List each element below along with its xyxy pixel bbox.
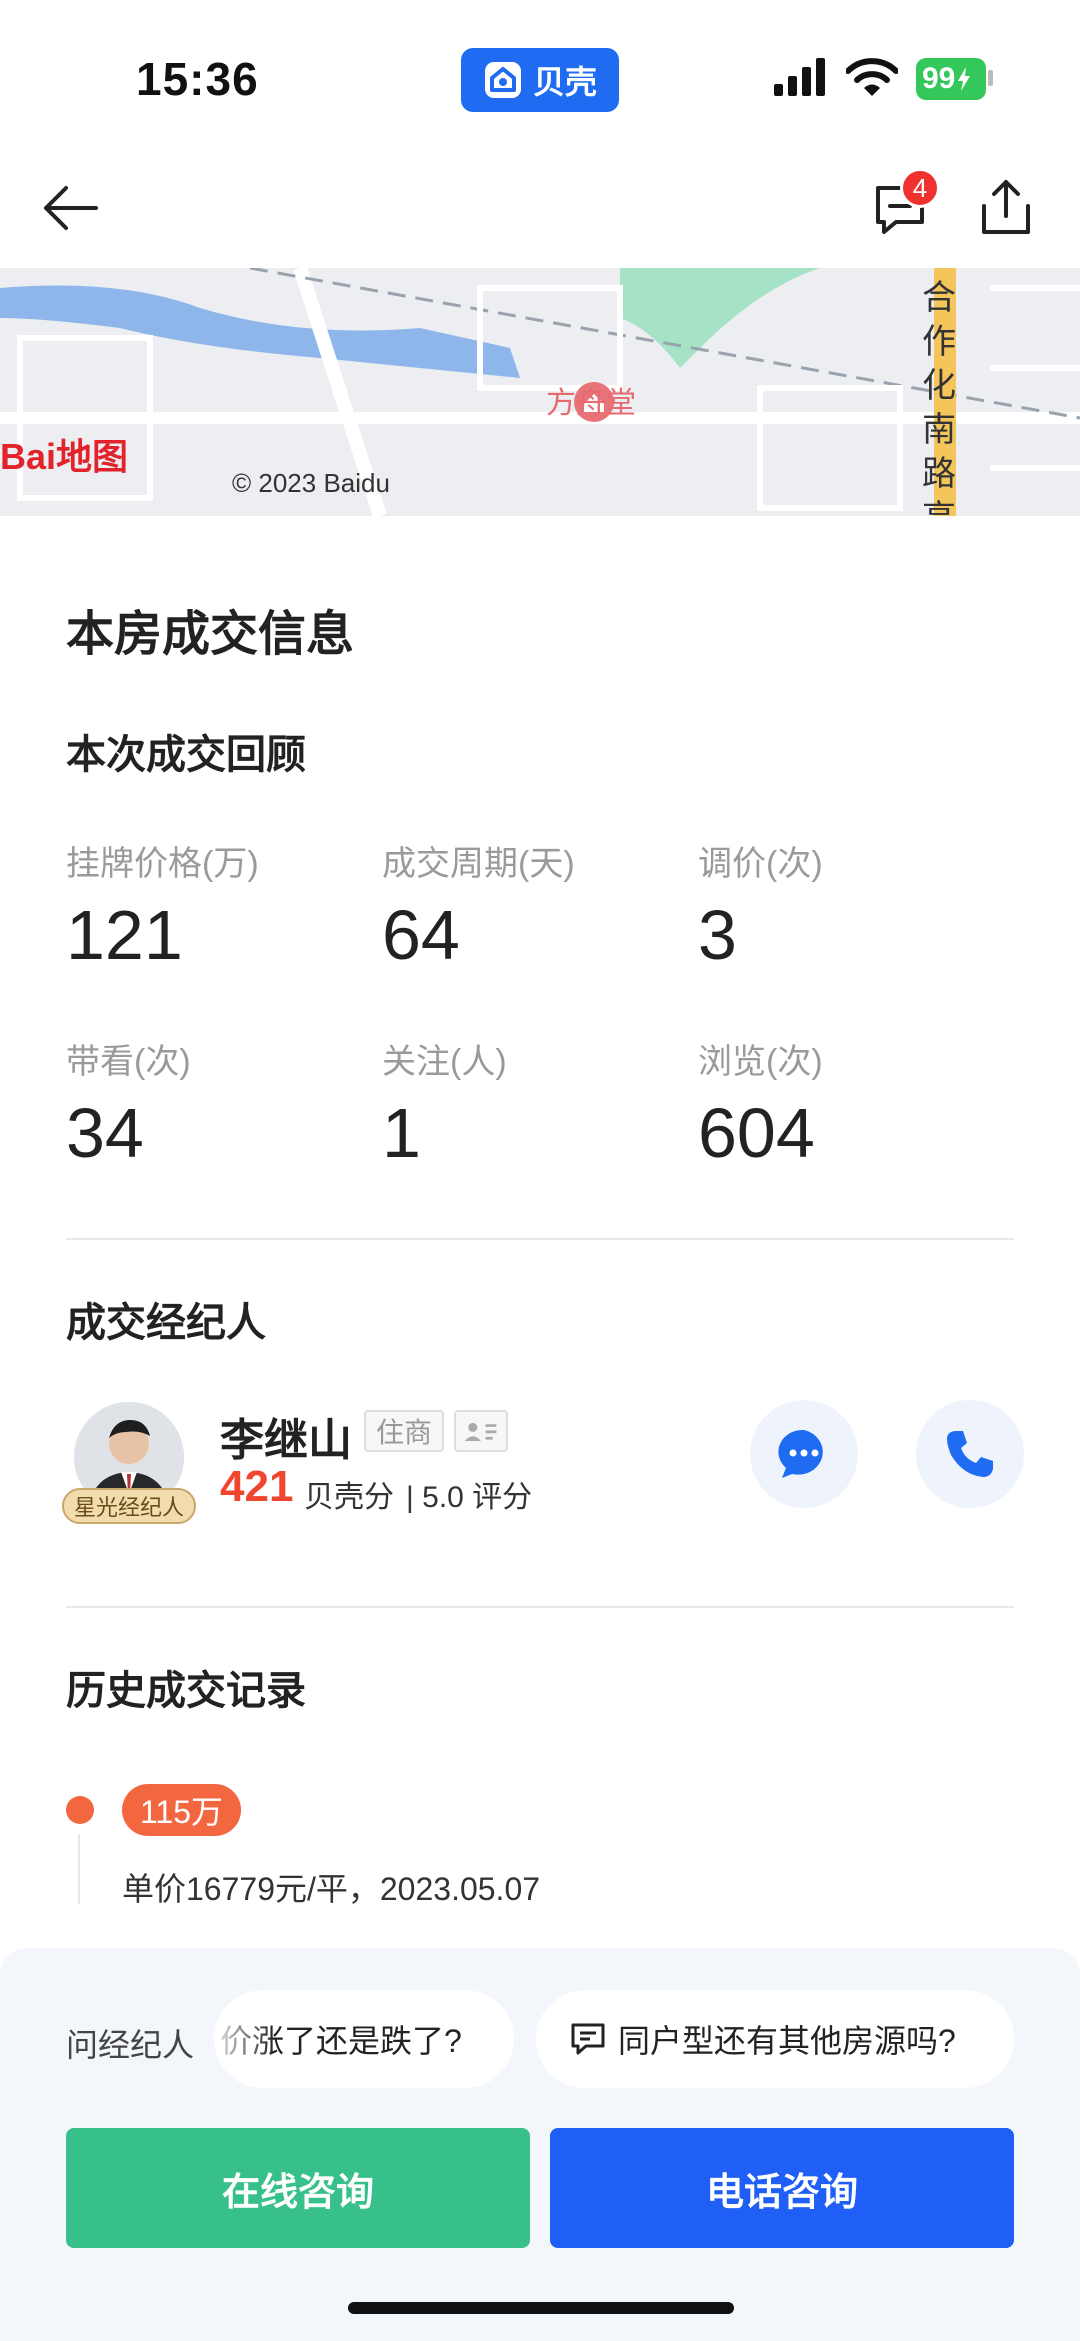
status-time: 15:36 — [136, 53, 259, 105]
deal-info-title: 本房成交信息 — [66, 608, 355, 661]
stat-listing-price: 挂牌价格(万) 121 — [66, 836, 366, 975]
online-consult-button[interactable]: 在线咨询 — [66, 2128, 530, 2248]
stat-value: 121 — [66, 896, 183, 974]
beike-logo-icon — [484, 62, 521, 98]
agent-score: 421 — [220, 1462, 294, 1511]
stat-page-views: 浏览(次) 604 — [698, 1034, 998, 1173]
deal-review-title: 本次成交回顾 — [66, 733, 306, 777]
stat-price-adjustments: 调价(次) 3 — [698, 836, 998, 975]
message-badge: 4 — [900, 168, 940, 208]
charging-bolt-icon — [958, 67, 971, 91]
stat-value: 1 — [382, 1094, 421, 1172]
home-indicator[interactable] — [348, 2302, 734, 2314]
map-copyright: © 2023 Baidu — [232, 468, 390, 498]
stat-label: 关注(人) — [382, 1043, 507, 1081]
agent-call-button[interactable] — [916, 1400, 1024, 1508]
map-road-label: 合作化南路高架 — [922, 279, 956, 516]
star-agent-badge: 星光经纪人 — [62, 1488, 196, 1524]
location-map[interactable]: 方舟堂 合作化南路高架 Bai地图 © 2023 Baidu — [0, 268, 1080, 516]
stat-label: 浏览(次) — [698, 1043, 823, 1081]
stat-value: 64 — [382, 896, 460, 974]
battery-tip — [988, 70, 993, 86]
map-background — [0, 268, 1080, 516]
stat-label: 调价(次) — [698, 845, 823, 883]
divider — [66, 1238, 1014, 1240]
stat-value: 34 — [66, 1094, 144, 1172]
stat-value: 604 — [698, 1094, 815, 1172]
agent-brand-tag: 住商 — [364, 1410, 445, 1452]
history-detail: 单价16779元/平，2023.05.07 — [122, 1871, 541, 1907]
stat-label: 挂牌价格(万) — [66, 845, 259, 883]
history-price-badge: 115万 — [122, 1784, 242, 1836]
stat-label: 带看(次) — [66, 1043, 191, 1081]
stat-label: 成交周期(天) — [382, 845, 575, 883]
question-bubble-icon — [571, 2023, 605, 2055]
cellular-signal-icon — [774, 58, 825, 96]
stat-value: 3 — [698, 896, 737, 974]
map-poi-label: 方舟堂 — [546, 387, 636, 420]
status-bar: 15:36 贝壳 99 — [0, 0, 1080, 160]
divider — [66, 1606, 1014, 1608]
history-title: 历史成交记录 — [66, 1669, 306, 1713]
timeline-line — [78, 1834, 80, 1904]
baidu-map-logo: Bai地图 — [0, 436, 129, 477]
stat-followers: 关注(人) 1 — [382, 1034, 682, 1173]
ask-agent-label: 问经纪人 — [66, 2027, 195, 2063]
phone-icon — [947, 1431, 993, 1477]
agent-chat-button[interactable] — [750, 1400, 858, 1508]
app-name: 贝壳 — [532, 64, 597, 100]
question-chip-similar-listings[interactable]: 同户型还有其他房源吗? — [536, 1990, 1014, 2088]
stat-deal-period: 成交周期(天) 64 — [382, 836, 682, 975]
chip-fade — [214, 1990, 274, 2088]
agent-section-title: 成交经纪人 — [66, 1301, 266, 1345]
business-card-icon[interactable] — [454, 1410, 508, 1452]
agent-name: 李继山 — [220, 1416, 352, 1465]
phone-consult-button[interactable]: 电话咨询 — [550, 2128, 1014, 2248]
battery-indicator: 99 — [916, 58, 986, 100]
question-chip-text: 同户型还有其他房源吗? — [618, 2023, 956, 2059]
back-arrow-icon[interactable] — [38, 176, 102, 240]
question-chip-price-trend[interactable]: 价涨了还是跌了? — [214, 1990, 514, 2088]
wifi-icon — [846, 58, 898, 96]
agent-score-label: 贝壳分 — [304, 1481, 394, 1514]
timeline-dot — [66, 1796, 94, 1824]
stat-viewings: 带看(次) 34 — [66, 1034, 366, 1173]
share-icon[interactable] — [974, 176, 1038, 240]
battery-level: 99 — [922, 62, 956, 95]
agent-rating: | 5.0 评分 — [406, 1481, 533, 1514]
app-indicator: 贝壳 — [461, 48, 619, 112]
chat-bubble-icon — [778, 1429, 823, 1478]
